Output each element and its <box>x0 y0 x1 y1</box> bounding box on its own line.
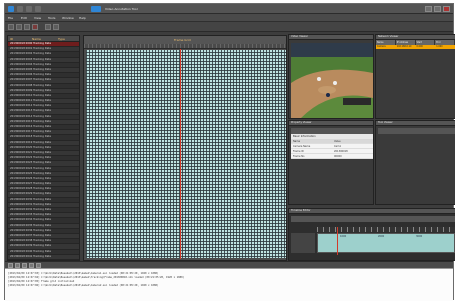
menu-edit[interactable]: Edit <box>21 16 27 20</box>
file-list-header: ID Name Type <box>8 36 79 42</box>
log-output: [2013/04/09 12:07:03] C:\Work\Data\Baseb… <box>5 268 453 301</box>
timeline-label: 2000 <box>378 235 385 238</box>
open-icon[interactable] <box>8 24 14 30</box>
frame-grid-panel: Frame Grid <box>83 35 287 261</box>
record-icon[interactable] <box>32 24 38 30</box>
zoom-out-icon[interactable] <box>53 24 59 30</box>
video-viewer-title: Video Viewer <box>289 35 373 40</box>
minimize-button[interactable] <box>425 6 432 12</box>
network-viewer: Network Viewer Name IP Address Start End… <box>375 34 455 119</box>
property-table: Name Value Camera Name Cam1 Frame ID 201… <box>291 139 373 159</box>
property-viewer: Property Viewer Basic Information Name V… <box>288 120 374 205</box>
tool-viewer-title: Tool Viewer <box>376 121 455 126</box>
network-row-selected[interactable]: Camera 192.168.0.10 0.000 1.000 <box>376 45 455 49</box>
property-col-value: Value <box>334 140 341 143</box>
menu-tools[interactable]: Tools <box>48 16 55 20</box>
menu-help[interactable]: Help <box>79 16 86 20</box>
file-list-item[interactable]: 201300018 0041 Tracking Data <box>8 254 79 260</box>
property-col-name: Name <box>293 140 301 143</box>
timeline-label: 3000 <box>416 235 423 238</box>
maximize-button[interactable] <box>434 6 441 12</box>
timeline-title: Timeline Editor <box>289 209 455 214</box>
tool-viewer: Tool Viewer <box>375 120 455 205</box>
undo-icon[interactable] <box>26 6 32 12</box>
menu-file[interactable]: File <box>8 16 13 20</box>
current-frame-marker[interactable] <box>180 49 181 259</box>
network-cell-start: 0.000 <box>416 45 423 48</box>
play-icon[interactable] <box>16 24 22 30</box>
column-id[interactable]: ID <box>10 37 13 41</box>
close-button[interactable] <box>443 6 450 12</box>
title-bar: Video Annotation Tool <box>5 4 453 14</box>
file-list-rows: 201300018 0000 Tracking Data 201300018 00… <box>8 42 79 260</box>
zoom-in-icon[interactable] <box>45 24 51 30</box>
network-cell-end: 1.000 <box>436 45 443 48</box>
property-viewer-title: Property Viewer <box>289 121 373 126</box>
save-icon[interactable] <box>17 6 23 12</box>
timeline-cursor[interactable] <box>337 227 338 255</box>
menu-window[interactable]: Window <box>62 16 74 20</box>
property-row[interactable]: Frame No 00000 <box>291 154 373 159</box>
frame-ruler[interactable] <box>84 44 286 48</box>
column-type[interactable]: Type <box>58 37 65 41</box>
menu-bar: File Edit View Tools Window Help <box>5 14 453 22</box>
property-name: Frame ID <box>293 150 304 153</box>
property-name: Camera Name <box>293 145 311 148</box>
baseball-field-image <box>291 43 373 118</box>
video-viewer: Video Viewer <box>288 34 374 119</box>
tool-toolbar <box>378 128 455 134</box>
main-window: Video Annotation Tool File Edit View Too… <box>4 3 455 301</box>
frame-grid[interactable] <box>86 50 286 258</box>
status-bar <box>5 261 453 268</box>
network-cell-ip: 192.168.0.10 <box>396 45 412 48</box>
timeline-lane-header <box>291 233 315 253</box>
property-name: Frame No <box>293 155 305 158</box>
property-value: 201300018 <box>334 150 348 153</box>
network-cell-name: Camera <box>377 45 386 48</box>
menu-view[interactable]: View <box>34 16 41 20</box>
property-value: Cam1 <box>334 145 341 148</box>
redo-icon[interactable] <box>35 6 41 12</box>
log-line: [2013/04/09 12:07:06] C:\Work\Data\Baseb… <box>8 284 159 287</box>
app-icon <box>8 6 14 12</box>
column-name[interactable]: Name <box>32 37 41 41</box>
frame-grid-header: Frame Grid <box>84 36 286 49</box>
timeline-label: 1000 <box>340 235 347 238</box>
timeline-editor: Timeline Editor 1000 2000 3000 <box>288 208 455 261</box>
stop-icon[interactable] <box>24 24 30 30</box>
window-accent-icon <box>91 6 101 12</box>
video-frame[interactable] <box>291 43 373 118</box>
window-title: Video Annotation Tool <box>105 7 138 11</box>
timeline-toolbar <box>291 216 455 222</box>
property-value: 00000 <box>334 155 342 158</box>
frame-grid-title: Frame Grid <box>174 38 191 42</box>
toolbar <box>5 22 453 32</box>
file-list-panel: ID Name Type 201300018 0000 Tracking Dat… <box>7 35 80 261</box>
